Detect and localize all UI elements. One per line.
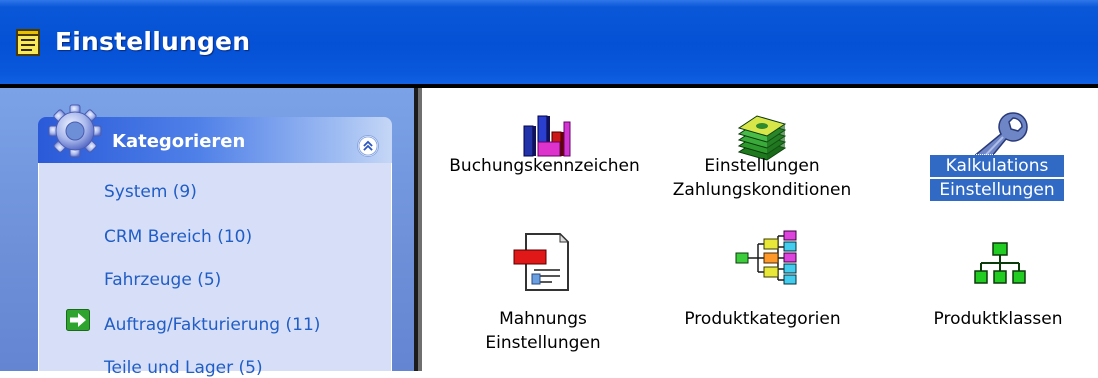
item-label-line1: Einstellungen	[704, 156, 820, 176]
gear-icon	[48, 104, 102, 158]
item-label-line2: Einstellungen	[485, 333, 601, 353]
item-label-line1: Kalkulations	[929, 154, 1065, 178]
category-panel-body	[38, 163, 392, 371]
item-label-line2: Zahlungskonditionen	[672, 180, 852, 200]
item-label: Produktklassen	[933, 309, 1063, 329]
sidebar-item-auftrag-fakturierung[interactable]: Auftrag/Fakturierung (11)	[104, 315, 320, 335]
item-label-line1: Mahnungs	[499, 309, 587, 329]
sidebar-item-system[interactable]: System (9)	[104, 182, 197, 202]
hierarchy-tree-icon	[735, 230, 797, 285]
org-chart-icon	[974, 242, 1026, 284]
green-arrow-icon	[66, 309, 90, 331]
document-icon	[513, 232, 570, 291]
item-label: Buchungskennzeichen	[449, 156, 640, 176]
item-label: Produktkategorien	[684, 309, 841, 329]
chevron-double-up-icon[interactable]	[357, 135, 379, 157]
sidebar-item-fahrzeuge[interactable]: Fahrzeuge (5)	[104, 270, 221, 290]
category-panel-title: Kategorieren	[112, 131, 246, 152]
item-label-line2: Einstellungen	[929, 178, 1065, 202]
sidebar-item-crm-bereich[interactable]: CRM Bereich (10)	[104, 227, 252, 247]
sidebar-item-teile-und-lager[interactable]: Teile und Lager (5)	[104, 358, 263, 378]
window-title: Einstellungen	[55, 27, 251, 56]
notepad-icon	[16, 29, 40, 56]
